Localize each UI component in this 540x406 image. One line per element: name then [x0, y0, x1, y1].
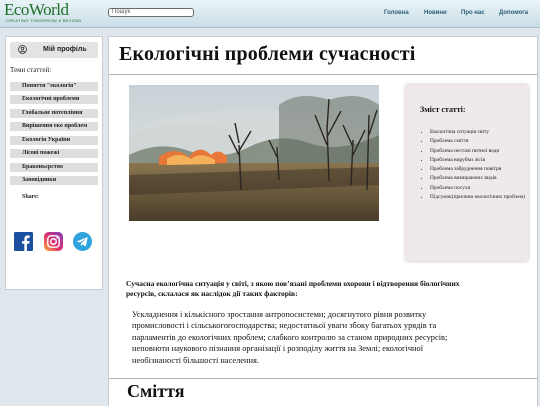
toc-title: Зміст статті: [420, 105, 466, 114]
toc-item[interactable]: Проблема забруднення повітря [430, 166, 530, 172]
top-header: EcoWorld CREATING TOMORROW & BEYOND Пошу… [0, 0, 540, 28]
toc-item[interactable]: Проблема сміття [430, 138, 530, 144]
page-title: Екологічні проблеми сучасності [119, 43, 416, 65]
nav-link-home[interactable]: Головна [384, 10, 409, 16]
toc-item[interactable]: Проблема посухи [430, 185, 530, 191]
topics-heading: Теми статтей: [10, 66, 52, 74]
toc-item[interactable]: Проблема вимирaючих видів [430, 175, 530, 181]
nav-link-about[interactable]: Про нас [461, 10, 485, 16]
toc-item[interactable]: Проблема нестачі питної води [430, 148, 530, 154]
logo-subtitle: CREATING TOMORROW & BEYOND [6, 18, 82, 23]
sidebar: Мій профіль Теми статтей: Поняття "еколо… [5, 36, 103, 290]
topic-link-ecology-concept[interactable]: Поняття "екологія" [10, 82, 98, 91]
section-heading-garbage: Сміття [127, 381, 185, 401]
facebook-icon[interactable] [14, 232, 33, 251]
topic-link-forest-fires[interactable]: Лісові пожежі [10, 149, 98, 158]
topic-link-reserves[interactable]: Заповідники [10, 176, 98, 185]
body-paragraph: Ускладнення і кількісного зростання антр… [132, 310, 448, 365]
telegram-icon[interactable] [73, 232, 92, 251]
nav-link-news[interactable]: Новини [424, 10, 447, 16]
search-input[interactable]: Пошук [108, 8, 194, 17]
topic-link-solving-problems[interactable]: Вирішення еко проблем [10, 122, 98, 131]
topic-link-poaching[interactable]: Браконьєрство [10, 163, 98, 172]
site-logo[interactable]: EcoWorld [4, 1, 69, 18]
instagram-icon[interactable] [44, 232, 63, 251]
grass-fire-photo [129, 85, 379, 221]
nav-link-help[interactable]: Допомога [499, 10, 528, 16]
topic-link-ecology-ukraine[interactable]: Екологія України [10, 136, 98, 145]
toc-item[interactable]: Підсумок(причини екологічних проблем) [430, 194, 530, 200]
profile-button[interactable]: Мій профіль [10, 42, 98, 58]
share-label: Share: [22, 194, 39, 200]
title-divider [109, 74, 537, 75]
user-icon [18, 45, 27, 54]
lead-paragraph: Сучасна екологічна ситуація у світі, з я… [126, 279, 460, 298]
toc-list: Екологічна ситуація світу Проблема смітт… [422, 129, 530, 203]
table-of-contents: Зміст статті: Екологічна ситуація світу … [406, 85, 528, 261]
profile-label: Мій профіль [43, 46, 87, 53]
toc-item[interactable]: Екологічна ситуація світу [430, 129, 530, 135]
main-content: Екологічні проблеми сучасності Зміст ста… [108, 36, 538, 406]
section-divider [109, 378, 537, 379]
topic-link-eco-problems[interactable]: Екологічні проблеми [10, 95, 98, 104]
topic-link-global-warming[interactable]: Глобальне потепління [10, 109, 98, 118]
toc-item[interactable]: Проблема вирубки лісів [430, 157, 530, 163]
